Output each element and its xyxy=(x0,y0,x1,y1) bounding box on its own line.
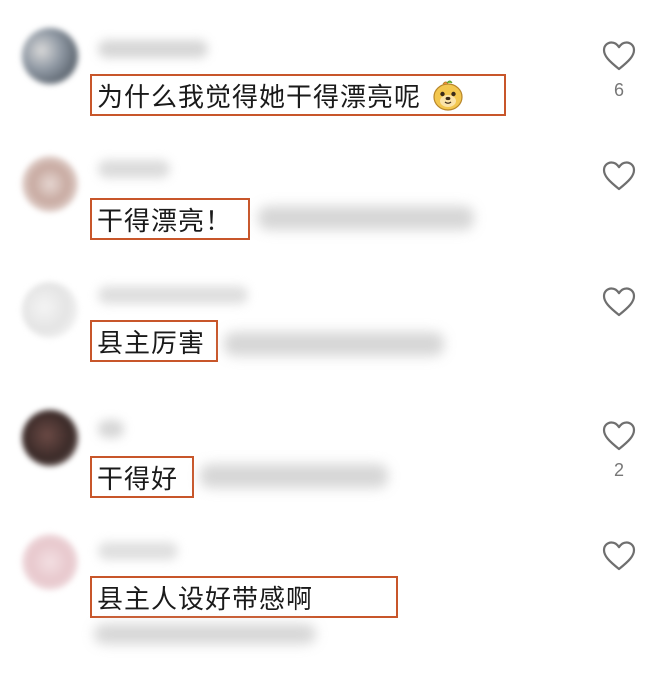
blurred-comment-text xyxy=(224,332,444,356)
heart-icon[interactable] xyxy=(602,540,636,572)
username[interactable] xyxy=(98,160,170,178)
avatar[interactable] xyxy=(22,410,78,466)
comment-text-highlighted: 县主厉害 xyxy=(90,320,218,362)
comment-text-highlighted: 县主人设好带感啊 xyxy=(90,576,398,618)
comment-text: 干得漂亮！ xyxy=(97,206,233,237)
blurred-comment-text xyxy=(94,624,316,644)
heart-icon[interactable] xyxy=(602,420,636,452)
username[interactable] xyxy=(98,286,248,304)
like-count: 2 xyxy=(613,460,624,480)
comment-text: 干得好 xyxy=(97,464,179,495)
comment-text: 县主人设好带感啊 xyxy=(97,584,314,615)
username[interactable] xyxy=(98,420,124,438)
username[interactable] xyxy=(98,40,208,58)
comment-text-highlighted: 为什么我觉得她干得漂亮呢 xyxy=(90,74,506,116)
blurred-comment-text xyxy=(258,206,474,230)
username[interactable] xyxy=(98,542,178,560)
dog-face-emoji-icon xyxy=(431,78,465,112)
comment-text: 县主厉害 xyxy=(97,328,206,359)
blurred-comment-text xyxy=(200,464,388,488)
heart-icon[interactable] xyxy=(602,286,636,318)
avatar[interactable] xyxy=(22,28,78,84)
comment-text-highlighted: 干得好 xyxy=(90,456,194,498)
heart-icon[interactable] xyxy=(602,40,636,72)
heart-icon[interactable] xyxy=(602,160,636,192)
like-count: 6 xyxy=(613,80,624,100)
comment-text: 为什么我觉得她干得漂亮呢 xyxy=(97,82,422,113)
comment-text-highlighted: 干得漂亮！ xyxy=(90,198,250,240)
avatar[interactable] xyxy=(22,282,78,338)
avatar[interactable] xyxy=(22,156,78,212)
avatar[interactable] xyxy=(22,534,78,590)
